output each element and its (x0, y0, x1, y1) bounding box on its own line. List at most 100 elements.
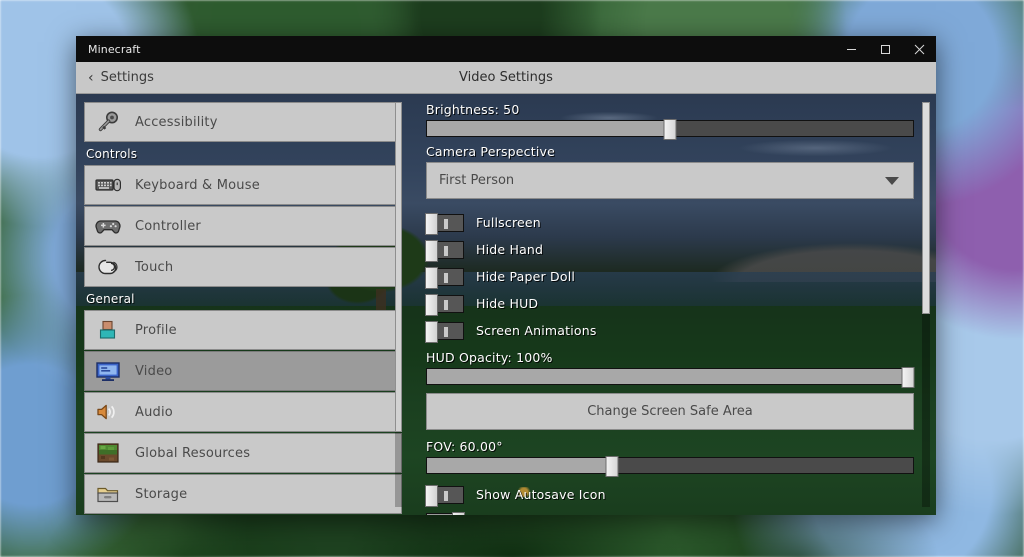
monitor-icon (95, 359, 121, 383)
sidebar-item-storage[interactable]: Storage (84, 474, 402, 514)
brightness-slider-fill (427, 121, 670, 136)
sidebar-group-general: General (86, 292, 135, 306)
hud-opacity-slider-fill (427, 369, 909, 384)
fov-slider-knob[interactable] (605, 456, 619, 477)
toggle-row-hide-paper-doll[interactable]: Hide Paper Doll (425, 263, 914, 290)
toggle-row-hide-hud[interactable]: Hide HUD (425, 290, 914, 317)
toggle-label: Outline Selection (476, 514, 586, 515)
sidebar-item-label: Video (135, 363, 173, 379)
settings-sidebar: Accessibility Controls Keyboard & Mouse … (76, 94, 410, 515)
sidebar-item-label: Storage (135, 486, 188, 502)
fov-slider-fill (427, 458, 612, 473)
toggle-label: Hide Hand (476, 242, 544, 257)
window-controls (834, 36, 936, 62)
sidebar-item-accessibility[interactable]: Accessibility (84, 102, 402, 142)
folder-icon (95, 482, 121, 506)
page-title: Video Settings (459, 70, 553, 85)
sidebar-item-label: Audio (135, 404, 173, 420)
hud-opacity-slider[interactable] (426, 367, 915, 388)
toggle-label: Fullscreen (476, 215, 541, 230)
toggle-row-fullscreen[interactable]: Fullscreen (425, 209, 914, 236)
show-autosave-icon-toggle[interactable] (425, 484, 464, 507)
sidebar-item-label: Profile (135, 322, 177, 338)
profile-icon (95, 318, 121, 342)
toggle-knob (425, 293, 438, 316)
settings-pane-scrollbar[interactable] (922, 102, 930, 507)
speaker-icon (95, 400, 121, 424)
settings-body: Accessibility Controls Keyboard & Mouse … (76, 94, 936, 515)
fov-slider[interactable] (426, 456, 914, 477)
chevron-left-icon: ‹ (88, 69, 94, 86)
close-icon[interactable] (902, 36, 936, 62)
fullscreen-toggle[interactable] (425, 212, 464, 235)
toggle-label: Hide Paper Doll (476, 269, 576, 284)
toggle-knob (425, 212, 438, 235)
sidebar-item-label: Controller (135, 218, 201, 234)
window-title: Minecraft (88, 42, 141, 56)
change-screen-safe-area-button[interactable]: Change Screen Safe Area (426, 393, 914, 430)
minecraft-window: Minecraft ‹ Settings Video Settings Acce… (76, 36, 936, 515)
sidebar-item-label: Accessibility (135, 114, 218, 130)
key-icon (95, 110, 121, 134)
change-screen-safe-area-label: Change Screen Safe Area (587, 404, 753, 419)
fov-label: FOV: 60.00° (426, 439, 503, 454)
touch-hand-icon (95, 255, 121, 279)
screen-animations-toggle[interactable] (425, 320, 464, 343)
toggle-row-outline-selection[interactable]: Outline Selection (426, 508, 914, 515)
sidebar-item-touch[interactable]: Touch (84, 247, 402, 287)
grass-block-icon (95, 441, 121, 465)
sidebar-item-audio[interactable]: Audio (84, 392, 402, 432)
sidebar-item-controller[interactable]: Controller (84, 206, 402, 246)
sidebar-scroll-area: Accessibility Controls Keyboard & Mouse … (84, 102, 402, 515)
gamepad-icon (95, 214, 121, 238)
hide-hud-toggle[interactable] (425, 293, 464, 316)
sidebar-item-keyboard-mouse[interactable]: Keyboard & Mouse (84, 165, 402, 205)
camera-perspective-dropdown[interactable]: First Person (426, 162, 914, 199)
hud-opacity-slider-knob[interactable] (901, 367, 915, 388)
sidebar-scrollbar-thumb[interactable] (395, 102, 402, 432)
window-title-bar[interactable]: Minecraft (76, 36, 936, 62)
toggle-tick (444, 490, 448, 501)
hide-paper-doll-toggle[interactable] (425, 266, 464, 289)
sidebar-item-label: Touch (135, 259, 174, 275)
minimize-icon[interactable] (834, 36, 868, 62)
toggle-label: Show Autosave Icon (476, 487, 606, 502)
outline-selection-toggle[interactable] (426, 511, 465, 515)
toggle-label: Screen Animations (476, 323, 597, 338)
sidebar-item-label: Keyboard & Mouse (135, 177, 260, 193)
brightness-slider[interactable] (426, 119, 914, 140)
settings-pane-scrollbar-thumb[interactable] (922, 102, 930, 314)
maximize-icon[interactable] (868, 36, 902, 62)
toggle-row-show-autosave-icon[interactable]: Show Autosave Icon (425, 481, 914, 508)
toggle-label: Hide HUD (476, 296, 539, 311)
hud-opacity-label: HUD Opacity: 100% (426, 350, 553, 365)
toggle-row-hide-hand[interactable]: Hide Hand (425, 236, 914, 263)
hide-hand-toggle[interactable] (425, 239, 464, 262)
toggle-tick (444, 326, 448, 337)
toggle-tick (444, 299, 448, 310)
back-to-settings-button[interactable]: ‹ Settings (76, 70, 154, 85)
camera-perspective-label: Camera Perspective (426, 144, 556, 159)
toggle-knob (425, 320, 438, 343)
sidebar-item-label: Global Resources (135, 445, 251, 461)
settings-header-bar: ‹ Settings Video Settings (76, 62, 936, 94)
brightness-slider-knob[interactable] (663, 119, 677, 140)
camera-perspective-value: First Person (439, 173, 515, 188)
chevron-down-icon (885, 176, 899, 185)
back-button-label: Settings (100, 70, 154, 85)
brightness-label: Brightness: 50 (426, 102, 520, 117)
sidebar-item-profile[interactable]: Profile (84, 310, 402, 350)
toggle-knob (425, 484, 438, 507)
toggle-row-screen-animations[interactable]: Screen Animations (425, 317, 914, 344)
sidebar-item-video[interactable]: Video (84, 351, 402, 391)
toggle-knob (425, 239, 438, 262)
toggle-tick (444, 272, 448, 283)
sidebar-item-global-resources[interactable]: Global Resources (84, 433, 402, 473)
keyboard-mouse-icon (95, 173, 121, 197)
video-settings-pane: Brightness: 50 Camera Perspective First … (418, 94, 936, 515)
toggle-knob (425, 266, 438, 289)
toggle-tick (444, 245, 448, 256)
toggle-knob (452, 511, 465, 515)
sidebar-group-controls: Controls (86, 147, 138, 161)
sidebar-scrollbar[interactable] (395, 102, 402, 507)
